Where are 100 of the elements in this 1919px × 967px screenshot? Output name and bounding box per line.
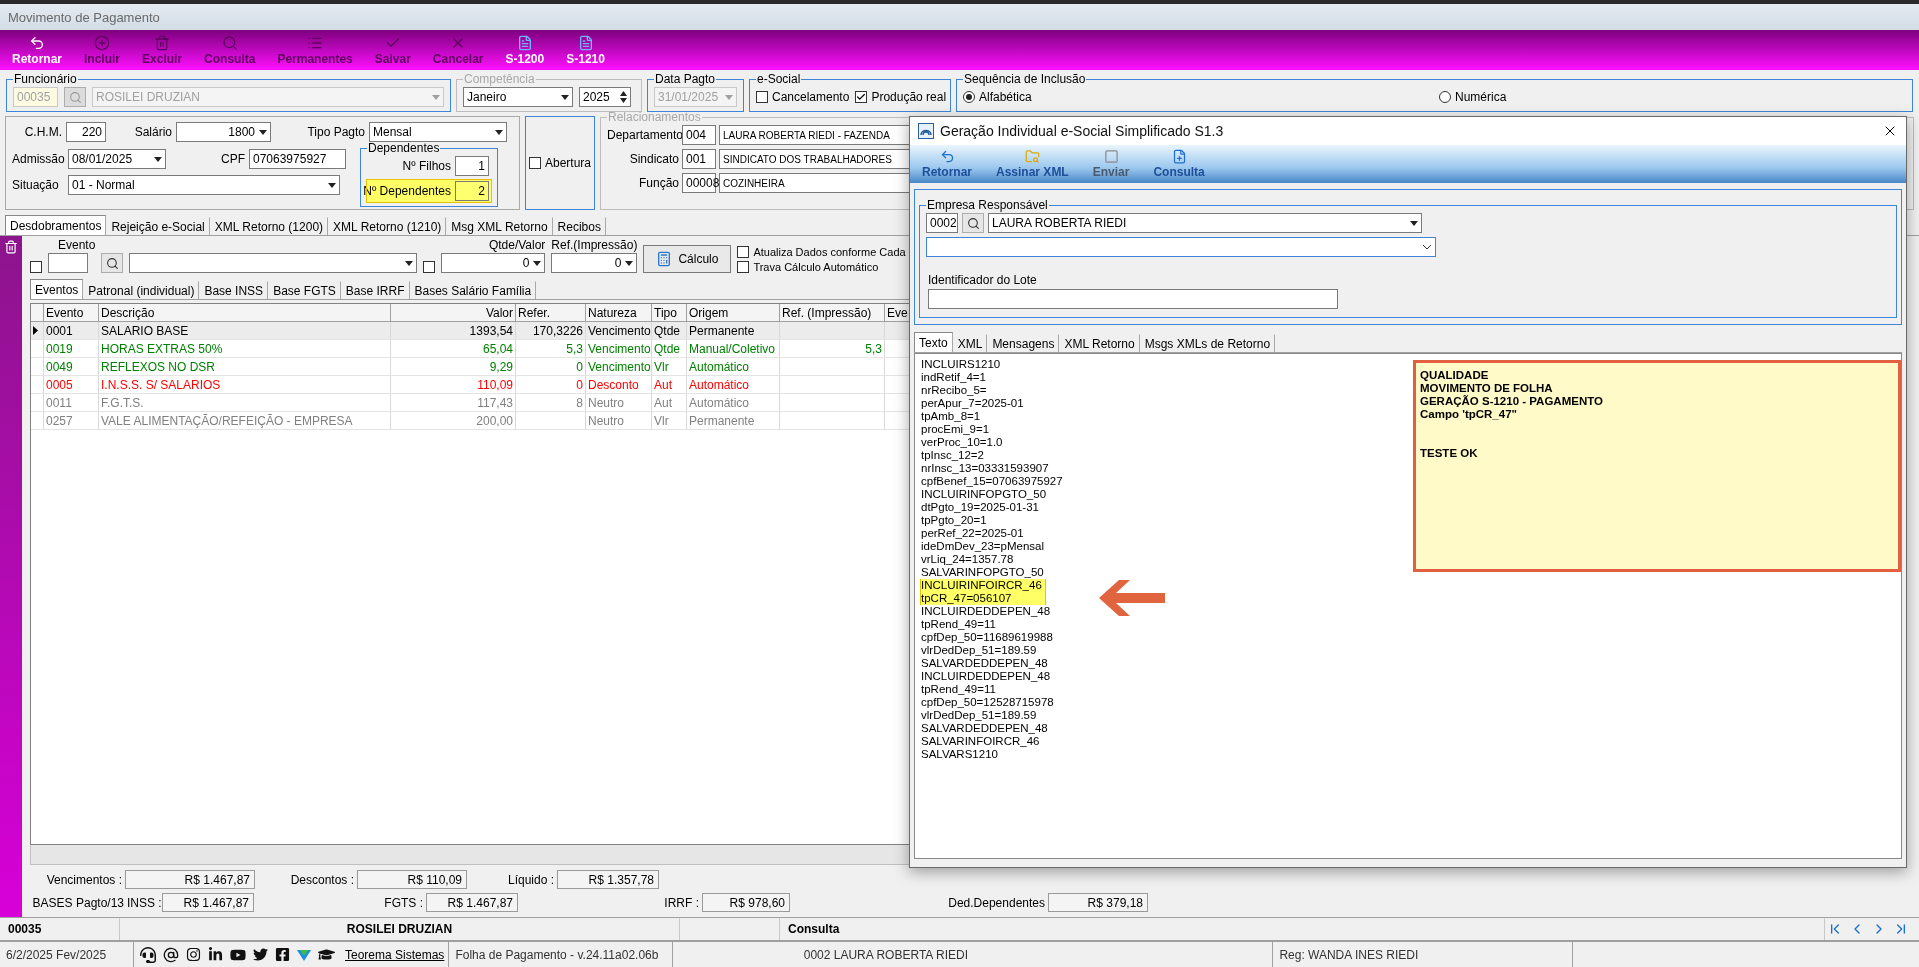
table-cell: Manual/Coletivo [687, 340, 780, 357]
table-cell: 5,3 [780, 340, 885, 357]
group-label: Sequência de Inclusão [963, 72, 1087, 86]
text-line: INCLUIRS1210 [921, 358, 1001, 371]
table-cell: Desconto [586, 376, 652, 393]
group-label: Relacionamentos [607, 110, 702, 124]
field-label: Ref.(Impressão) [551, 238, 638, 252]
header-cell: Origem [687, 304, 780, 321]
table-cell: Qtde [652, 322, 687, 339]
header-cell: Tipo [652, 304, 687, 321]
table-cell: 170,3226 [516, 322, 586, 339]
total-label: Ded.Dependentes [947, 895, 1045, 910]
text-line: tpRend_49=11 [921, 618, 996, 631]
checkbox-label: Trava Cálculo Automático [753, 261, 879, 273]
text-line: tpAmb_8=1 [921, 410, 981, 423]
table-cell: Automático [687, 394, 780, 411]
field-label: Tipo Pagto [306, 125, 365, 139]
note-text: QUALIDADE MOVIMENTO DE FOLHA GERAÇÃO S-1210 - PAGAMENTO Campo 'tpCR_47" [1420, 369, 1604, 421]
amount-field: R$ 1.467,87 [125, 870, 255, 889]
table-cell: Qtde [652, 340, 687, 357]
amount-field: R$ 978,60 [702, 893, 790, 912]
table-cell: 9,29 [391, 358, 516, 375]
text-line: SALVARS1210 [921, 748, 998, 761]
table-cell: 0005 [44, 376, 99, 393]
text-line: SALVARINFOIRCR_46 [921, 735, 1040, 748]
text-line: cpfDep_50=11689619988 [921, 631, 1053, 644]
text-line: vrLiq_24=1357.78 [921, 553, 1014, 566]
table-cell: Automático [687, 358, 780, 375]
total-label: Descontos : [289, 872, 354, 887]
table-cell: SALARIO BASE [99, 322, 391, 339]
table-cell: 110,09 [391, 376, 516, 393]
text-line: INCLUIRDEDDEPEN_48 [921, 605, 1051, 618]
field-label: Função [637, 176, 679, 190]
group-label: Funcionário [13, 72, 78, 86]
text-line: SALVARINFOPGTO_50 [921, 566, 1044, 579]
group-label: e-Social [756, 72, 802, 86]
table-cell: Vencimento [586, 358, 652, 375]
text-line: ideDmDev_23=pMensal [921, 540, 1045, 553]
total-label: BASES Pagto/13 [31, 895, 124, 910]
table-cell: 0 [516, 358, 586, 375]
status-user: Reg: WANDA INES RIEDI [1273, 942, 1574, 967]
text-line: procEmi_9=1 [921, 423, 990, 436]
text-line: INCLUIRDEDDEPEN_48 [921, 670, 1051, 683]
table-cell: 0001 [44, 322, 99, 339]
table-cell: 0 [516, 376, 586, 393]
table-cell: Vlr [652, 412, 687, 429]
table-cell: Aut [652, 394, 687, 411]
table-cell: 0257 [44, 412, 99, 429]
table-cell: 8 [516, 394, 586, 411]
checkbox-label: Cancelamento [772, 90, 850, 104]
record-name: ROSILEI DRUZIAN [120, 918, 680, 940]
table-cell: Neutro [586, 394, 652, 411]
table-cell: Permanente [687, 412, 780, 429]
header-cell: Valor [391, 304, 516, 321]
total-label: FGTS : [383, 895, 423, 910]
field-label: Admissão [12, 152, 64, 166]
field-label: CPF [220, 152, 245, 166]
amount-field: R$ 1.467,87 [162, 893, 254, 912]
checkbox-label: Produção real [871, 90, 947, 104]
table-cell: 1393,54 [391, 322, 516, 339]
checkbox-label: Abertura [545, 156, 591, 170]
field-label: Identificador do Lote [928, 273, 1038, 287]
text-line: dtPgto_19=2025-01-31 [921, 501, 1039, 514]
record-code: 00035 [0, 918, 120, 940]
header-cell: Natureza [586, 304, 652, 321]
note-text: TESTE OK [1420, 447, 1479, 460]
table-cell: 200,00 [391, 412, 516, 429]
total-label: INSS : [127, 895, 159, 910]
header-cell: Ref. (Impressão) [780, 304, 885, 321]
table-cell: 0049 [44, 358, 99, 375]
total-label: Vencimentos : [45, 872, 122, 887]
field-label: Evento [57, 238, 96, 252]
total-label: Líquido : [506, 872, 554, 887]
text-line: tpRend_49=11 [921, 683, 996, 696]
table-cell: Neutro [586, 412, 652, 429]
text-line: vlrDedDep_51=189.59 [921, 709, 1037, 722]
amount-field: R$ 110,09 [357, 870, 467, 889]
amount-field: R$ 1.357,78 [557, 870, 659, 889]
header-cell: Refer. [516, 304, 586, 321]
table-cell: VALE ALIMENTAÇÃO/REFEIÇÃO - EMPRESA [99, 412, 391, 429]
table-cell: Vencimento [586, 340, 652, 357]
table-cell: 117,43 [391, 394, 516, 411]
table-cell: Vencimento [586, 322, 652, 339]
table-cell: Aut [652, 376, 687, 393]
header-cell: Descrição [99, 304, 391, 321]
status-version: Folha de Pagamento - v.24.11a02.06b [448, 942, 674, 967]
table-cell: Permanente [687, 322, 780, 339]
field-label: C.H.M. [23, 125, 62, 139]
status-date: 6/2/2025 Fev/2025 [0, 942, 134, 967]
field-label: Situação [12, 178, 60, 192]
group-label: Competência [463, 72, 536, 86]
table-cell: Automático [687, 376, 780, 393]
table-cell: 0011 [44, 394, 99, 411]
radio-label: Numérica [1455, 90, 1507, 104]
field-label: Nº Filhos [402, 159, 451, 173]
table-cell: Vlr [652, 358, 687, 375]
table-cell: HORAS EXTRAS 50% [99, 340, 391, 357]
text-line: vlrDedDep_51=189.59 [921, 644, 1037, 657]
table-cell: 5,3 [516, 340, 586, 357]
group-label: Empresa Responsável [926, 198, 1049, 212]
